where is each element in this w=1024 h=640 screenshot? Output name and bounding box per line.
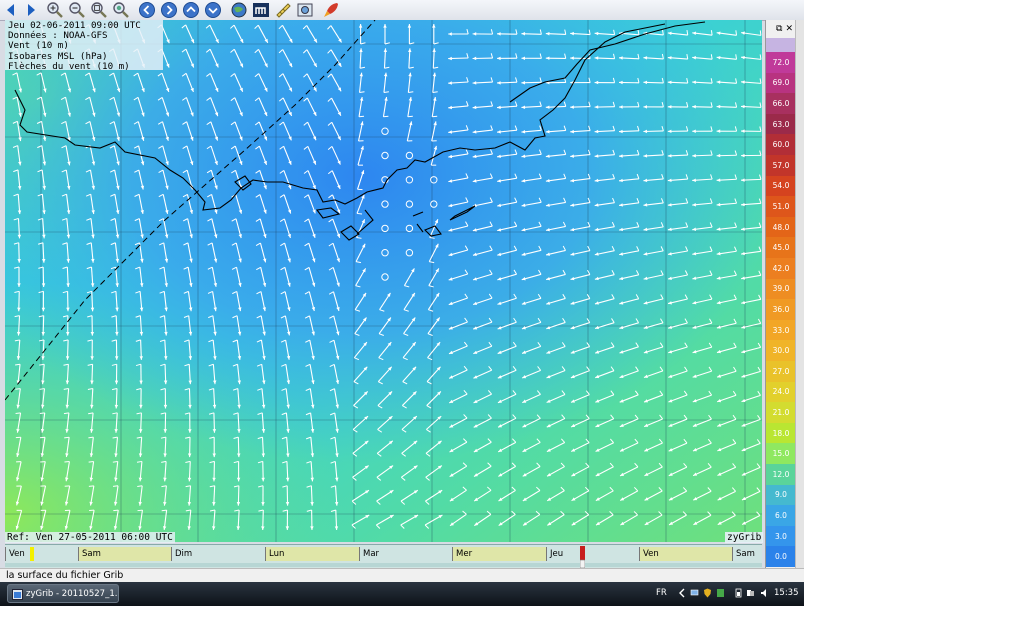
legend-value: 27.0 [766,361,796,382]
legend-value: 30.0 [766,340,796,361]
tray-shield-icon[interactable] [703,588,712,598]
zygrib-window: Jeu 02-06-2011 09:00 UTC Données : NOAA-G… [0,0,804,606]
legend-value: 0.0 [766,546,796,567]
brand-label: zyGrib [725,532,764,543]
legend-value: 36.0 [766,299,796,320]
legend-value: 63.0 [766,113,796,135]
timeline-day[interactable]: Lun [265,547,359,561]
status-bar: la surface du fichier Grib [0,568,804,582]
legend-value: 24.0 [766,381,796,403]
tray-chevron-icon[interactable] [678,588,687,598]
tray-network-icon[interactable] [690,588,699,598]
info-arrows: Flèches du vent (10 m) [8,60,130,72]
tray-battery-icon[interactable] [734,588,743,598]
legend-value: 15.0 [766,443,796,464]
legend-value: 72.0 [766,52,796,73]
taskbar-app-button[interactable]: zyGrib - 20110527_1... [7,584,119,603]
float-panel-icon[interactable]: ⧉ [776,24,782,34]
timeline-day[interactable]: Jeu [546,547,639,561]
color-legend: ⧉ ✕ 72.0 69.0 66.0 63.0 60.0 57.0 54.0 51.0 48.0… [765,20,796,568]
legend-value: 60.0 [766,134,796,155]
zoom-out-icon[interactable] [68,1,86,19]
legend-value: 9.0 [766,484,796,506]
nav-up-icon[interactable] [182,1,200,19]
taskbar-app-label: zyGrib - 20110527_1... [26,589,119,599]
tray-security-icon[interactable] [716,588,725,598]
legend-value: 69.0 [766,72,796,94]
timeline-day[interactable]: Sam [78,547,171,561]
zoom-fit-icon[interactable] [90,1,108,19]
legend-value: 42.0 [766,258,796,279]
timeline-track[interactable] [5,563,762,567]
measure-icon[interactable] [274,1,292,19]
timeline-day[interactable]: Dim [171,547,265,561]
time-slider[interactable]: Ven Sam Dim Lun Mar Mer Jeu Ven Sam [5,544,762,569]
legend-value: 21.0 [766,402,796,423]
legend-value: 39.0 [766,278,796,300]
time-cursor[interactable] [579,546,586,569]
forecast-start-marker [30,547,34,561]
legend-value: 54.0 [766,175,796,197]
legend-top-swatch [766,38,796,52]
weather-map[interactable] [5,20,762,542]
rocket-icon[interactable] [322,1,340,19]
close-icon[interactable]: ✕ [785,24,793,34]
legend-value: 18.0 [766,422,796,444]
legend-value: 51.0 [766,196,796,217]
tray-connection-icon[interactable] [746,588,755,598]
timeline-day[interactable]: Ven [639,547,732,561]
app-window-icon [12,589,23,600]
legend-value: 45.0 [766,237,796,258]
photo-icon[interactable] [296,1,314,19]
status-text: la surface du fichier Grib [6,570,124,581]
wind-field-map[interactable] [5,20,762,542]
timeline-day[interactable]: Mar [359,547,452,561]
toolbar [0,0,804,21]
tray-volume-icon[interactable] [760,588,769,598]
taskbar: zyGrib - 20110527_1... FR 15:35 [0,582,804,606]
timeline-day[interactable]: Ven [5,547,78,561]
meteotable-icon[interactable] [252,1,270,19]
legend-value: 3.0 [766,525,796,547]
zoom-world-icon[interactable] [112,1,130,19]
nav-down-icon[interactable] [204,1,222,19]
timeline-day[interactable]: Mer [452,547,546,561]
nav-left-icon[interactable] [138,1,156,19]
legend-value: 12.0 [766,464,796,485]
legend-value: 33.0 [766,319,796,341]
nav-right-icon[interactable] [160,1,178,19]
globe-icon[interactable] [230,1,248,19]
legend-value: 6.0 [766,505,796,526]
legend-header: ⧉ ✕ [766,20,796,39]
arrow-right-icon[interactable] [22,1,40,19]
vertical-scrollbar[interactable] [795,20,804,568]
zoom-in-icon[interactable] [46,1,64,19]
map-info-overlay: Jeu 02-06-2011 09:00 UTC Données : NOAA-G… [5,20,163,72]
arrow-left-icon[interactable] [2,1,20,19]
timeline-day[interactable]: Sam [732,547,762,561]
legend-value: 66.0 [766,93,796,114]
reference-date: Ref: Ven 27-05-2011 06:00 UTC [5,532,175,543]
legend-value: 48.0 [766,216,796,238]
taskbar-clock[interactable]: 15:35 [774,588,799,598]
legend-value: 57.0 [766,155,796,176]
language-indicator[interactable]: FR [656,588,667,598]
